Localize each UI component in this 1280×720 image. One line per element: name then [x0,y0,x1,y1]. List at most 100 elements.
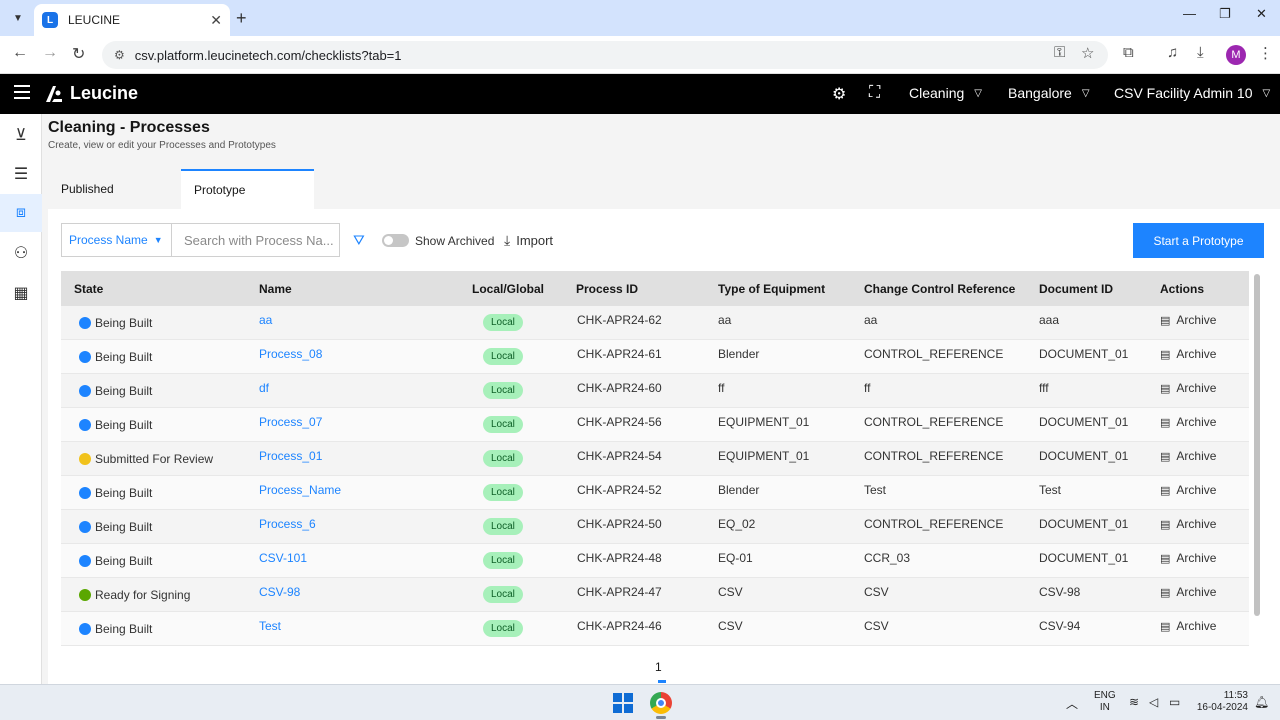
extensions-icon[interactable]: ⧉ [1123,44,1134,61]
media-control-icon[interactable]: ♫ [1167,44,1178,61]
inbox-icon[interactable]: ⊻ [0,116,42,154]
page-number-1[interactable]: 1 [655,660,662,674]
wifi-icon[interactable]: ≋ [1129,695,1139,709]
back-icon[interactable]: ← [12,44,28,62]
table-row[interactable]: Being Built Process_6 Local CHK-APR24-50 EQ_… [61,510,1249,544]
process-name-link[interactable]: Process_01 [259,449,322,463]
table-row[interactable]: Being Built df Local CHK-APR24-60 ff ff fff ▤ Ar… [61,374,1249,408]
process-name-link[interactable]: Process_08 [259,347,322,361]
archive-action[interactable]: ▤ Archive [1154,551,1249,565]
cell-name: df [247,381,471,395]
process-name-link[interactable]: Test [259,619,281,633]
process-name-link[interactable]: aa [259,313,272,327]
battery-icon[interactable]: ▭ [1169,695,1180,709]
browser-menu-icon[interactable]: ⋮ [1258,44,1273,62]
cell-state: Being Built [61,554,247,568]
caret-down-icon: ▼ [153,235,163,245]
site-settings-icon[interactable]: ⚙ [114,48,125,62]
bookmark-star-icon[interactable]: ☆ [1081,44,1094,62]
close-window-icon[interactable]: ✕ [1256,6,1267,22]
archive-action[interactable]: ▤ Archive [1154,415,1249,429]
cell-process-id: CHK-APR24-54 [577,449,662,463]
state-dot-icon [79,622,91,635]
tab-prototype[interactable]: Prototype [181,169,314,209]
processes-icon[interactable]: ⧈ [0,194,42,232]
process-name-link[interactable]: Process_6 [259,517,316,531]
cell-name: Process_01 [247,449,471,463]
minimize-icon[interactable]: — [1183,6,1196,21]
table-scrollbar[interactable] [1254,274,1260,616]
tab-search-chevron-icon[interactable]: ▼ [8,8,28,28]
process-name-link[interactable]: Process_Name [259,483,341,497]
table-row[interactable]: Being Built Process_08 Local CHK-APR24-61 Bl… [61,340,1249,374]
tray-overflow-icon[interactable]: ︿ [1066,695,1078,712]
table-row[interactable]: Being Built aa Local CHK-APR24-62 aa aa aaa ▤ Ar… [61,306,1249,340]
tab-published[interactable]: Published [48,169,181,209]
user-dropdown[interactable]: CSV Facility Admin 10 ▽ [1114,85,1270,101]
process-name-link[interactable]: Process_07 [259,415,322,429]
notification-bell-icon[interactable]: 🔔︎ [1254,695,1269,709]
table-row[interactable]: Being Built Process_Name Local CHK-APR24-52… [61,476,1249,510]
scope-badge: Local [483,586,523,603]
archive-action[interactable]: ▤ Archive [1154,517,1249,531]
table-row[interactable]: Being Built CSV-101 Local CHK-APR24-48 EQ-01… [61,544,1249,578]
volume-icon[interactable]: ◁ [1149,695,1158,709]
table-row[interactable]: Being Built Test Local CHK-APR24-46 CSV CSV CS… [61,612,1249,646]
forward-icon[interactable]: → [42,44,58,62]
password-key-icon[interactable]: ⚿ [1054,44,1065,61]
use-case-dropdown[interactable]: Cleaning ▽ [909,85,982,101]
clock-time: 11:53 [1223,690,1248,701]
process-name-link[interactable]: CSV-101 [259,551,307,565]
taskbar-clock[interactable]: 11:53 16-04-2024 [1196,690,1248,714]
scope-badge: Local [483,518,523,535]
archive-label: Archive [1176,415,1217,429]
downloads-icon[interactable]: ⤓ [1197,44,1204,61]
scope-badge: Local [483,484,523,501]
import-button[interactable]: ⤓ Import [504,232,553,249]
cell-ccr: CONTROL_REFERENCE [864,449,1004,463]
archive-action[interactable]: ▤ Archive [1154,347,1249,361]
archive-action[interactable]: ▤ Archive [1154,585,1249,599]
archive-action[interactable]: ▤ Archive [1154,483,1249,497]
windows-start-icon[interactable] [613,693,633,713]
search-input[interactable] [171,223,340,257]
cell-equipment: CSV [718,585,743,599]
reload-icon[interactable]: ↻ [72,44,85,64]
table-row[interactable]: Ready for Signing CSV-98 Local CHK-APR24-47… [61,578,1249,612]
restore-icon[interactable]: ❐ [1219,6,1231,22]
start-prototype-button[interactable]: Start a Prototype [1133,223,1264,258]
lang-region: IN [1099,702,1110,713]
address-bar[interactable]: ⚙ csv.platform.leucinetech.com/checklist… [102,41,1108,69]
ontology-tree-icon[interactable]: ⚇ [0,234,42,272]
chrome-taskbar-icon[interactable] [650,692,672,714]
jobs-clipboard-icon[interactable]: ☰ [0,155,42,193]
process-name-link[interactable]: df [259,381,269,395]
table-row[interactable]: Being Built Process_07 Local CHK-APR24-56 EQ… [61,408,1249,442]
reports-icon[interactable]: ▦ [0,274,42,312]
archive-label: Archive [1176,517,1217,531]
show-archived-toggle[interactable] [382,234,409,247]
language-indicator[interactable]: ENG IN [1094,690,1116,714]
table-row[interactable]: Submitted For Review Process_01 Local CHK-A… [61,442,1249,476]
archive-action[interactable]: ▤ Archive [1154,313,1249,327]
profile-avatar[interactable]: M [1226,45,1246,65]
archive-icon: ▤ [1160,620,1171,633]
cell-local-global: Local [471,416,564,433]
state-label: Being Built [95,621,153,636]
hamburger-menu-icon[interactable] [14,85,30,99]
facility-dropdown[interactable]: Bangalore ▽ [1008,85,1090,101]
archive-action[interactable]: ▤ Archive [1154,449,1249,463]
close-tab-icon[interactable]: ✕ [210,12,222,29]
brand-logo[interactable]: Leucine [44,83,138,104]
filter-field-select[interactable]: Process Name ▼ [61,223,171,257]
state-dot-icon [79,588,91,601]
new-tab-icon[interactable]: + [236,8,247,29]
process-name-link[interactable]: CSV-98 [259,585,300,599]
cell-doc-id: DOCUMENT_01 [1039,551,1129,565]
scan-qr-icon[interactable]: ⛶ [869,84,880,102]
archive-action[interactable]: ▤ Archive [1154,619,1249,633]
browser-tab[interactable]: L LEUCINE ✕ [34,4,230,36]
archive-action[interactable]: ▤ Archive [1154,381,1249,395]
filter-funnel-icon[interactable]: ⛛ [353,232,365,249]
settings-gear-icon[interactable]: ⚙ [832,84,846,104]
